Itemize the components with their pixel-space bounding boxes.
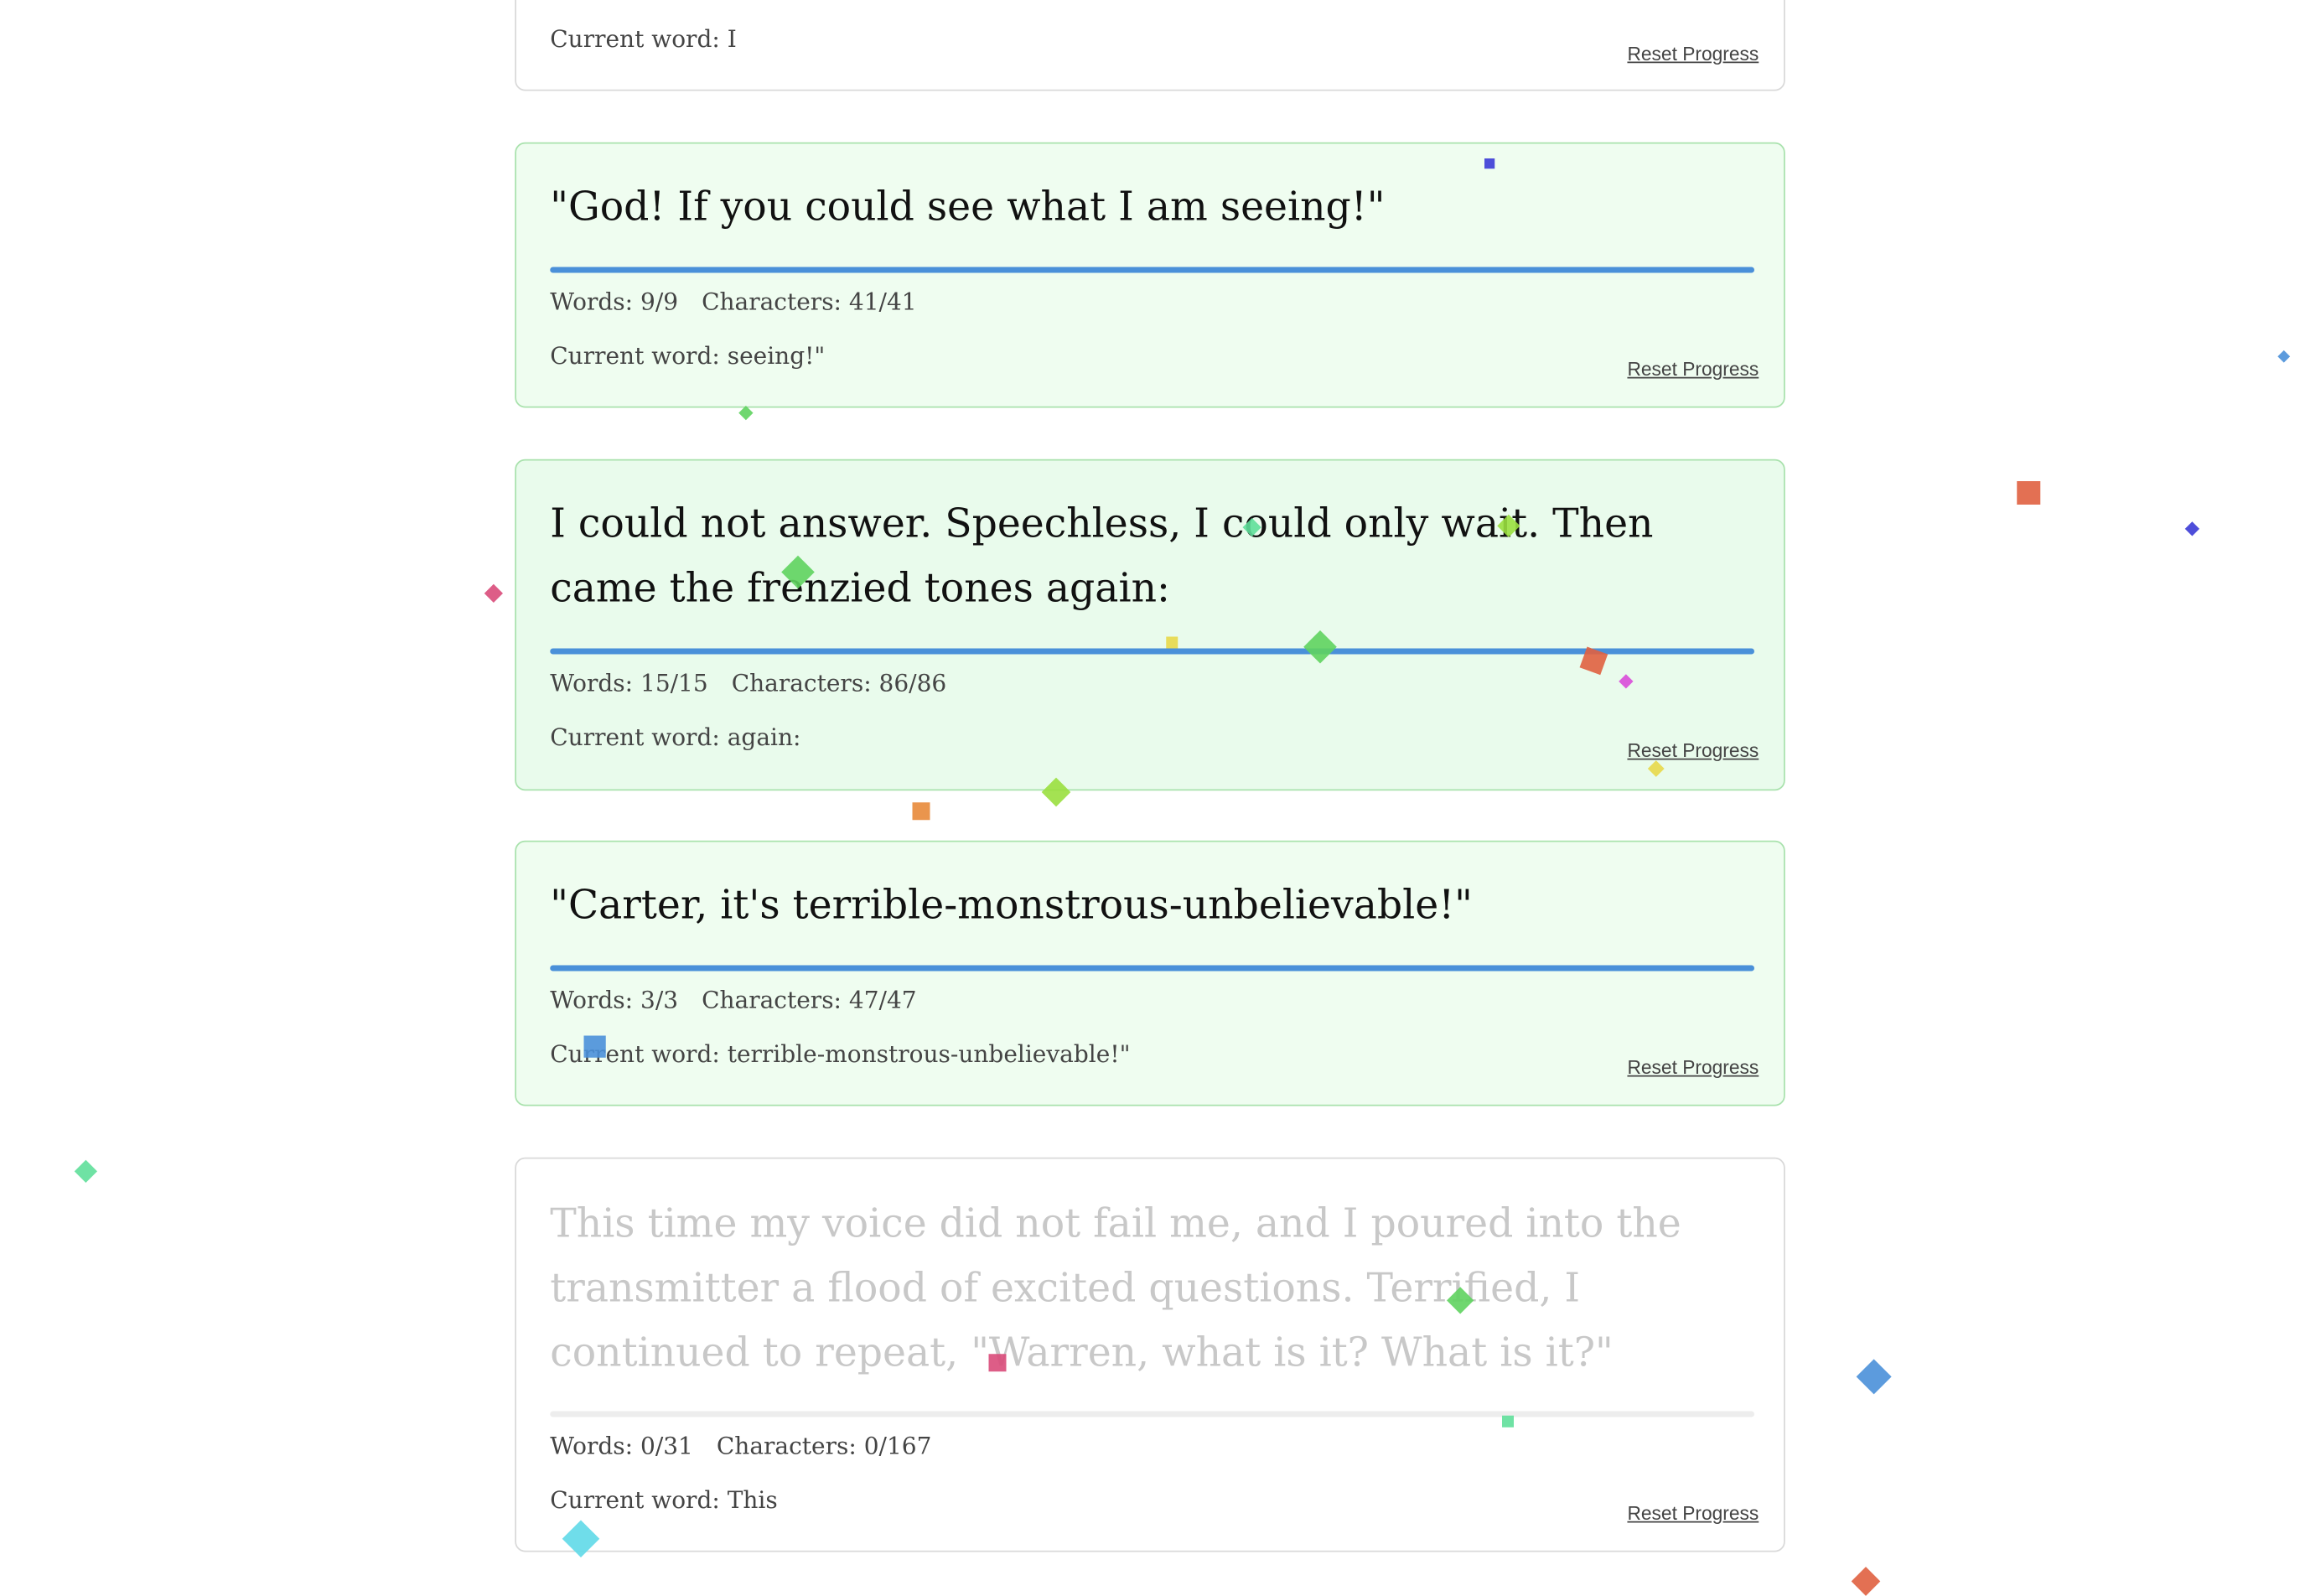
passage-text: "Carter, it's terrible-monstrous-unbelie… — [550, 883, 1473, 929]
confetti-piece — [1851, 1567, 1881, 1596]
passage-text: "God! If you could see what I am seeing!… — [550, 184, 1386, 231]
passage-card-1: Current word: I Reset Progress — [515, 0, 1785, 91]
confetti-piece — [1166, 636, 1178, 649]
reset-progress-link[interactable]: Reset Progress — [1627, 43, 1759, 65]
stats-row: Words: 15/15 Characters: 86/86 — [550, 669, 946, 697]
confetti-piece — [1855, 1358, 1891, 1394]
progress-fill — [550, 267, 1754, 273]
passage-text: I could not answer. Speechless, I could … — [550, 501, 1654, 612]
progress-bar — [550, 267, 1754, 273]
confetti-piece — [988, 1354, 1007, 1372]
confetti-piece — [583, 1034, 605, 1057]
progress-bar — [550, 1411, 1754, 1417]
reset-progress-link[interactable]: Reset Progress — [1627, 1056, 1759, 1078]
progress-bar — [550, 648, 1754, 655]
reset-progress-link[interactable]: Reset Progress — [1627, 358, 1759, 380]
confetti-piece — [2183, 521, 2199, 536]
reset-progress-link[interactable]: Reset Progress — [1627, 739, 1759, 761]
confetti-piece — [2017, 481, 2041, 505]
words-count: Words: 3/3 — [550, 986, 679, 1014]
reset-progress-link[interactable]: Reset Progress — [1627, 1502, 1759, 1524]
characters-count: Characters: 86/86 — [731, 669, 947, 697]
current-word-text: Current word: terrible-monstrous-unbelie… — [550, 1039, 1131, 1068]
confetti-piece — [1502, 1415, 1514, 1428]
current-word-text: Current word: I — [550, 24, 737, 53]
confetti-piece — [73, 1158, 97, 1183]
characters-count: Characters: 0/167 — [716, 1432, 932, 1460]
stats-row: Words: 0/31 Characters: 0/167 — [550, 1432, 931, 1459]
words-count: Words: 9/9 — [550, 288, 679, 316]
progress-fill — [550, 965, 1754, 972]
progress-bar — [550, 965, 1754, 972]
stats-row: Words: 3/3 Characters: 47/47 — [550, 986, 916, 1013]
stats-row: Words: 9/9 Characters: 41/41 — [550, 288, 916, 315]
passage-card-5: This time my voice did not fail me, and … — [515, 1157, 1785, 1552]
confetti-piece — [912, 802, 930, 821]
passage-card-2: "God! If you could see what I am seeing!… — [515, 142, 1785, 408]
characters-count: Characters: 47/47 — [702, 986, 917, 1014]
confetti-piece — [483, 583, 503, 603]
words-count: Words: 0/31 — [550, 1432, 693, 1460]
progress-fill — [550, 648, 1754, 655]
current-word-text: Current word: This — [550, 1485, 778, 1514]
current-word-text: Current word: again: — [550, 723, 801, 751]
passage-card-3: I could not answer. Speechless, I could … — [515, 459, 1785, 791]
current-word-text: Current word: seeing!" — [550, 341, 826, 370]
characters-count: Characters: 41/41 — [702, 288, 917, 316]
passage-card-4: "Carter, it's terrible-monstrous-unbelie… — [515, 840, 1785, 1106]
confetti-piece — [1484, 158, 1494, 168]
confetti-piece — [2277, 350, 2291, 363]
passage-text: This time my voice did not fail me, and … — [550, 1201, 1681, 1376]
words-count: Words: 15/15 — [550, 669, 708, 697]
